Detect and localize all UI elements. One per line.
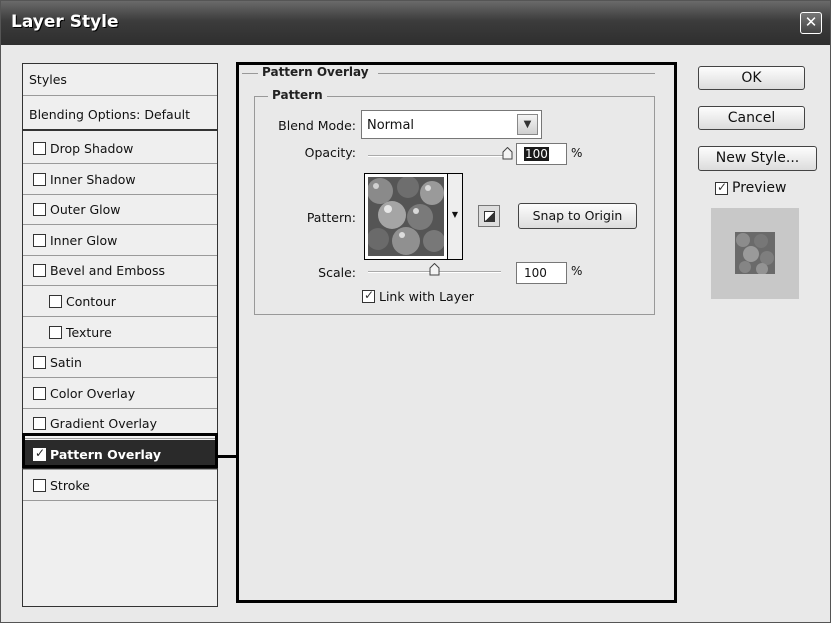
style-checkbox[interactable] bbox=[33, 478, 46, 492]
style-checkbox[interactable] bbox=[33, 417, 46, 431]
preview-checkbox[interactable]: Preview bbox=[715, 180, 787, 196]
opacity-input[interactable]: 100 bbox=[516, 143, 567, 165]
dialog-title: Layer Style bbox=[11, 12, 119, 32]
cancel-button[interactable]: Cancel bbox=[698, 106, 805, 130]
blending-options[interactable]: Blending Options: Default bbox=[23, 100, 217, 131]
opacity-label: Opacity: bbox=[304, 145, 356, 160]
blend-mode-label: Blend Mode: bbox=[278, 118, 356, 133]
opacity-value: 100 bbox=[524, 147, 549, 161]
link-with-layer-label: Link with Layer bbox=[379, 289, 474, 304]
scale-slider-knob[interactable] bbox=[429, 263, 440, 276]
style-item-label: Stroke bbox=[50, 477, 90, 493]
style-item-bevel-and-emboss[interactable]: Bevel and Emboss bbox=[23, 256, 217, 287]
style-item-label: Inner Shadow bbox=[50, 171, 136, 187]
title-bar: Layer Style ✕ bbox=[1, 1, 830, 45]
style-checkbox[interactable] bbox=[49, 295, 62, 308]
ok-button[interactable]: OK bbox=[698, 66, 805, 90]
opacity-slider-knob[interactable] bbox=[502, 147, 513, 160]
pattern-swatch[interactable] bbox=[364, 173, 448, 260]
chevron-down-icon[interactable]: ▼ bbox=[517, 114, 538, 135]
style-item-texture[interactable]: Texture bbox=[23, 318, 217, 348]
scale-input[interactable]: 100 bbox=[516, 262, 567, 284]
styles-header[interactable]: Styles bbox=[23, 64, 217, 96]
styles-header-label: Styles bbox=[29, 72, 67, 87]
selection-connector bbox=[218, 455, 238, 458]
style-checkbox[interactable] bbox=[33, 172, 46, 186]
style-item-label: Bevel and Emboss bbox=[50, 263, 165, 279]
style-item-drop-shadow[interactable]: Drop Shadow bbox=[23, 134, 217, 164]
style-item-label: Gradient Overlay bbox=[50, 416, 157, 432]
styles-list: Styles Blending Options: Default Drop Sh… bbox=[22, 63, 218, 607]
pattern-label: Pattern: bbox=[306, 210, 356, 225]
style-item-outer-glow[interactable]: Outer Glow bbox=[23, 195, 217, 226]
preview-label: Preview bbox=[732, 180, 787, 196]
style-checkbox[interactable] bbox=[33, 233, 46, 247]
style-checkbox[interactable] bbox=[33, 386, 46, 400]
style-item-label: Contour bbox=[66, 294, 116, 309]
section-title: Pattern Overlay bbox=[258, 65, 373, 79]
style-item-inner-glow[interactable]: Inner Glow bbox=[23, 226, 217, 256]
style-item-label: Satin bbox=[50, 355, 82, 371]
style-item-label: Outer Glow bbox=[50, 202, 121, 218]
create-preset-icon[interactable] bbox=[478, 205, 500, 227]
scale-value: 100 bbox=[524, 266, 547, 280]
opacity-unit: % bbox=[571, 146, 583, 160]
style-item-contour[interactable]: Contour bbox=[23, 287, 217, 317]
close-icon[interactable]: ✕ bbox=[800, 12, 822, 34]
style-item-label: Inner Glow bbox=[50, 232, 118, 248]
style-checkbox[interactable] bbox=[33, 264, 46, 278]
style-checkbox[interactable] bbox=[49, 325, 62, 339]
link-with-layer-checkbox[interactable]: Link with Layer bbox=[362, 288, 474, 304]
snap-to-origin-button[interactable]: Snap to Origin bbox=[518, 203, 637, 229]
new-style-button[interactable]: New Style... bbox=[698, 146, 817, 171]
selected-style-highlight bbox=[22, 433, 218, 468]
style-preview bbox=[711, 208, 799, 299]
blend-mode-select[interactable]: Normal ▼ bbox=[361, 110, 542, 139]
pattern-thumbnail-icon bbox=[368, 177, 444, 256]
blend-mode-value: Normal bbox=[367, 118, 415, 133]
blending-options-label: Blending Options: Default bbox=[29, 107, 190, 122]
scale-label: Scale: bbox=[318, 265, 356, 280]
style-checkbox[interactable] bbox=[33, 356, 46, 370]
group-title: Pattern bbox=[268, 88, 327, 102]
style-item-label: Texture bbox=[66, 324, 112, 340]
scale-unit: % bbox=[571, 264, 583, 278]
style-item-satin[interactable]: Satin bbox=[23, 348, 217, 379]
style-item-color-overlay[interactable]: Color Overlay bbox=[23, 379, 217, 409]
link-checkbox-icon[interactable] bbox=[362, 288, 375, 303]
section-rule-right bbox=[378, 73, 655, 74]
style-item-stroke[interactable]: Stroke bbox=[23, 471, 217, 501]
preview-swatch-icon bbox=[735, 232, 775, 274]
style-checkbox[interactable] bbox=[33, 142, 46, 155]
style-item-label: Drop Shadow bbox=[50, 141, 134, 156]
opacity-slider[interactable] bbox=[368, 155, 508, 157]
style-item-label: Color Overlay bbox=[50, 385, 136, 401]
preview-checkbox-icon[interactable] bbox=[715, 180, 728, 195]
style-checkbox[interactable] bbox=[33, 203, 46, 217]
style-item-inner-shadow[interactable]: Inner Shadow bbox=[23, 165, 217, 195]
pattern-dropdown-arrow-icon[interactable]: ▼ bbox=[448, 173, 463, 260]
